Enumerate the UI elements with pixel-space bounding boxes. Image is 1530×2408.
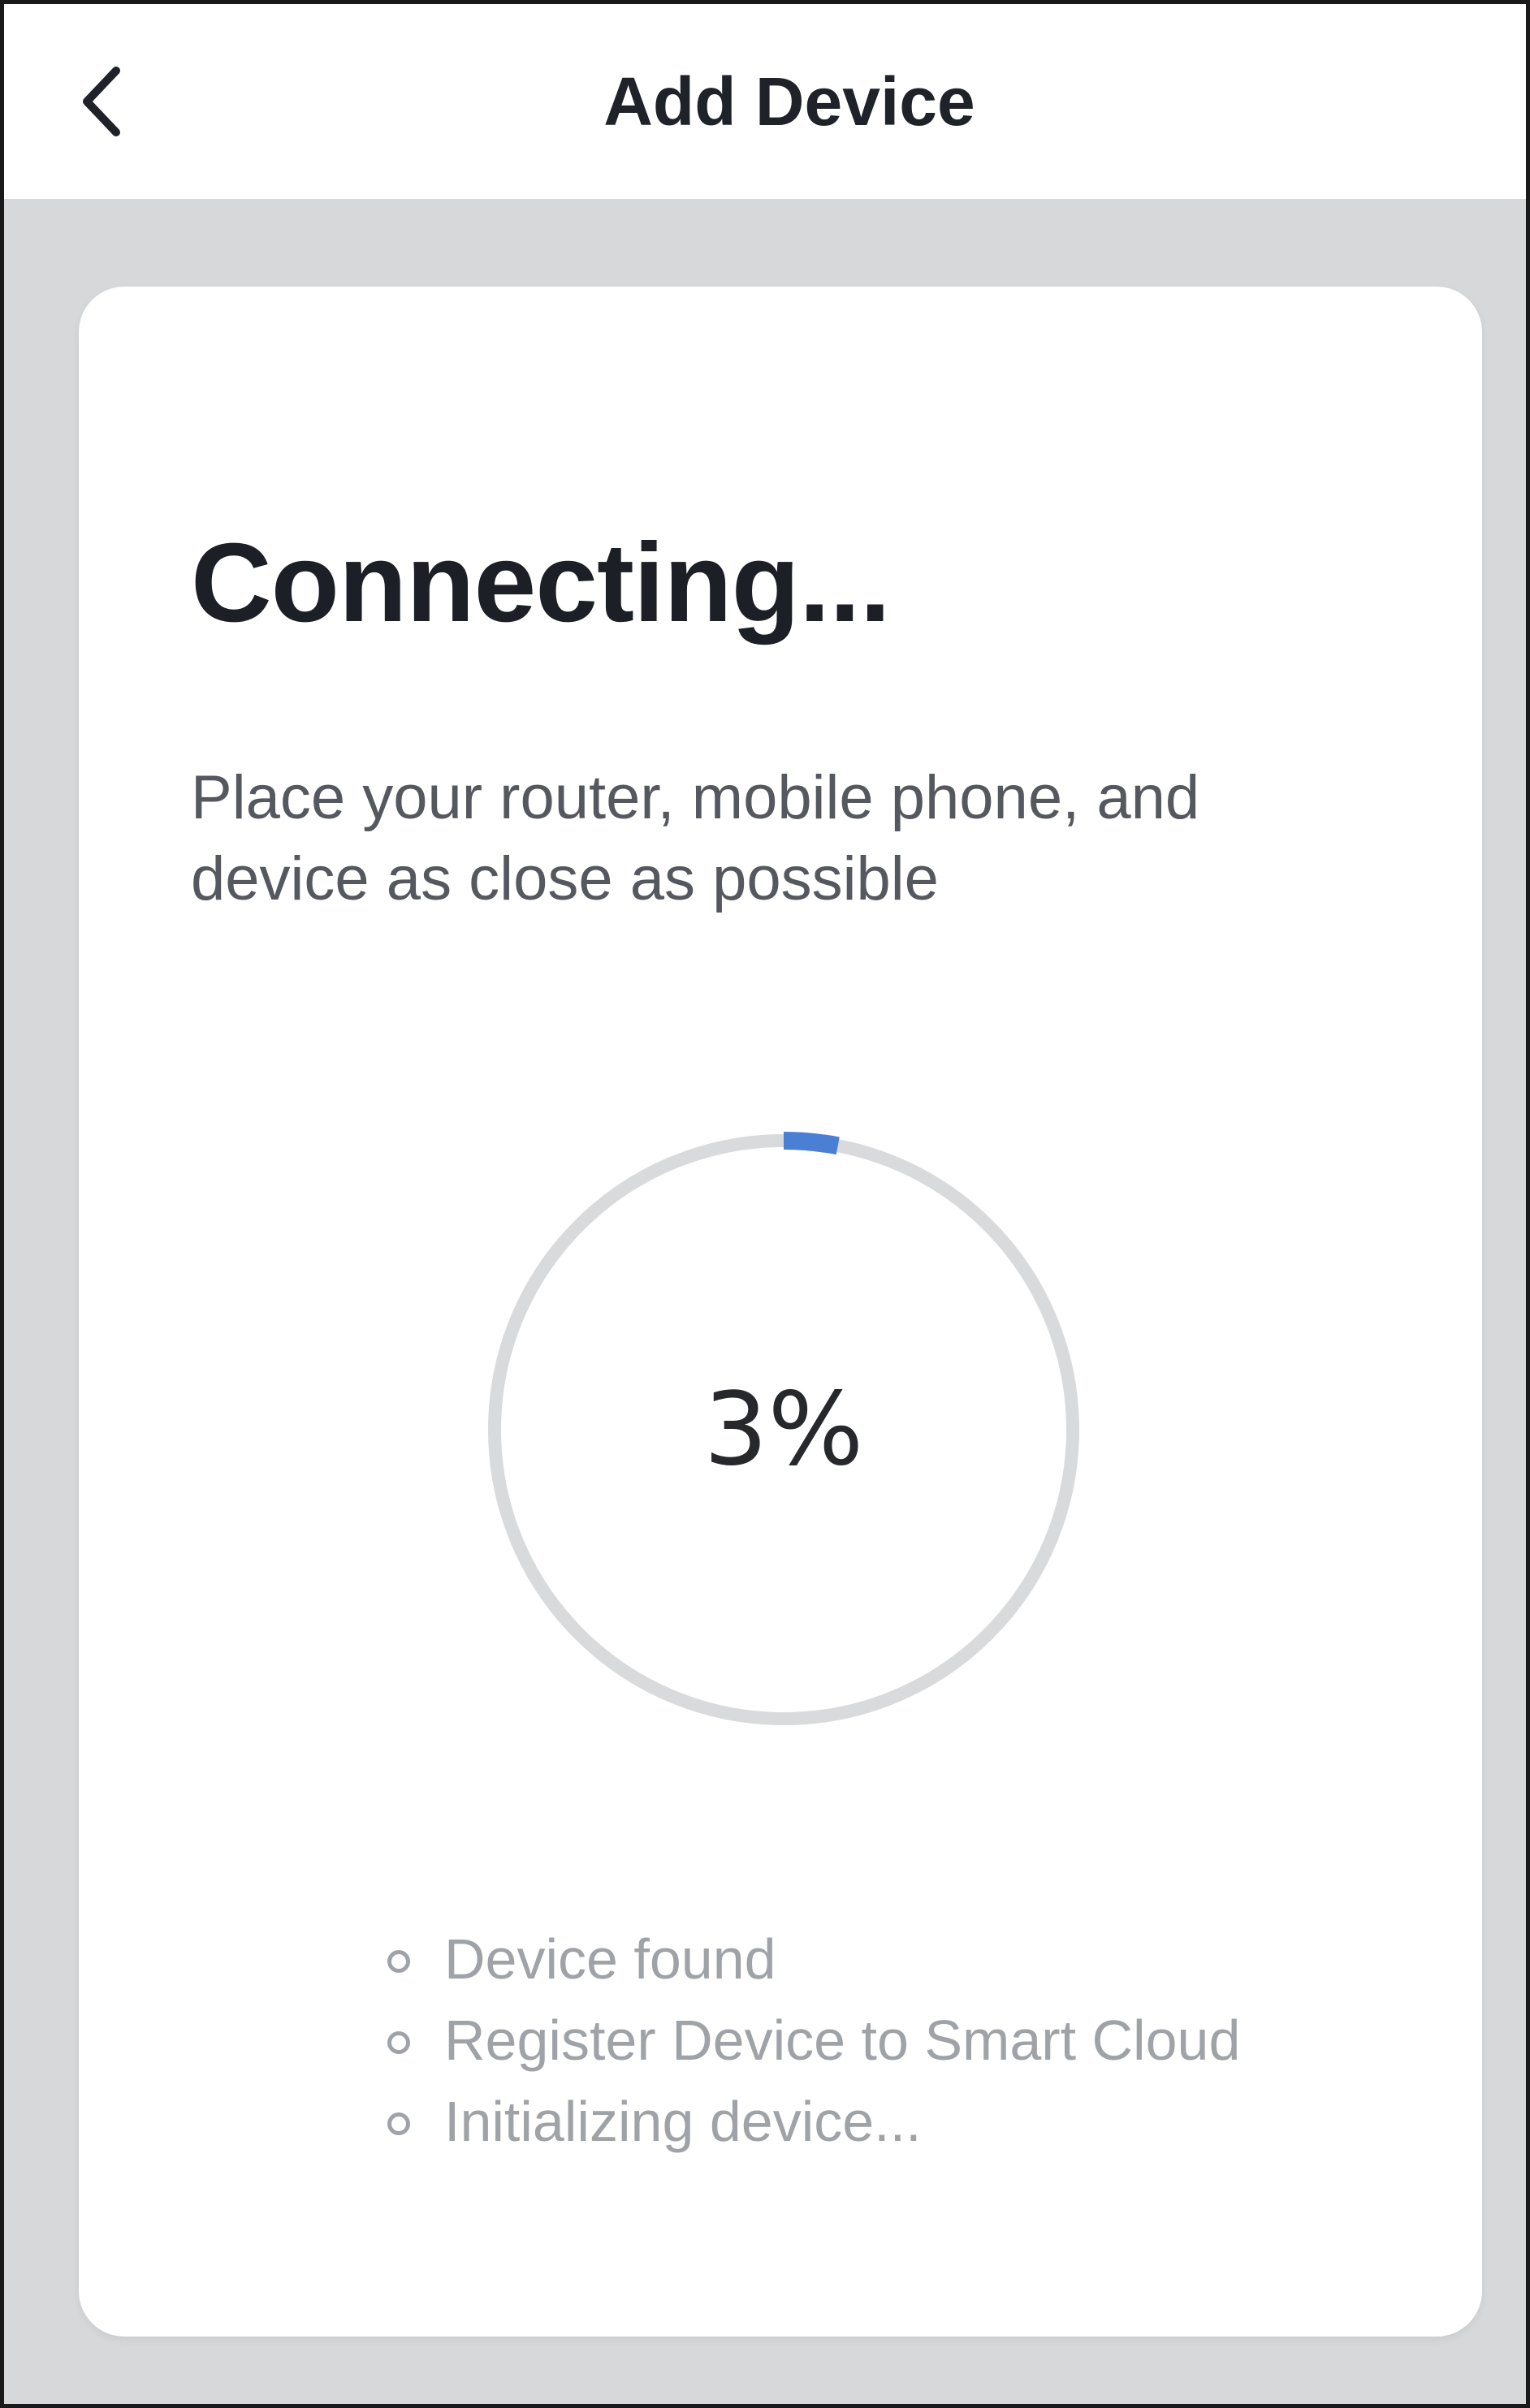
connecting-heading: Connecting... xyxy=(191,520,891,645)
step-device-found: Device found xyxy=(387,1918,1240,2000)
connection-steps: Device found Register Device to Smart Cl… xyxy=(387,1918,1240,2162)
page-title: Add Device xyxy=(603,63,975,140)
app-header: Add Device xyxy=(4,4,1526,199)
step-bullet-icon xyxy=(387,2031,410,2054)
step-label: Initializing device... xyxy=(444,2090,922,2153)
instruction-text: Place your router, mobile phone, and dev… xyxy=(191,763,1200,913)
step-initializing: Initializing device... xyxy=(387,2081,1240,2162)
step-bullet-icon xyxy=(387,2112,410,2135)
connecting-card: Connecting... Place your router, mobile … xyxy=(79,287,1482,2337)
step-register-cloud: Register Device to Smart Cloud xyxy=(387,2000,1240,2081)
step-bullet-icon xyxy=(387,1950,410,1973)
progress-ring: 3% xyxy=(475,1121,1092,1738)
add-device-screen: Add Device Connecting... Place your rout… xyxy=(0,0,1530,2408)
progress-percent: 3% xyxy=(703,1371,864,1488)
step-label: Register Device to Smart Cloud xyxy=(444,2009,1241,2072)
step-label: Device found xyxy=(444,1927,776,1991)
